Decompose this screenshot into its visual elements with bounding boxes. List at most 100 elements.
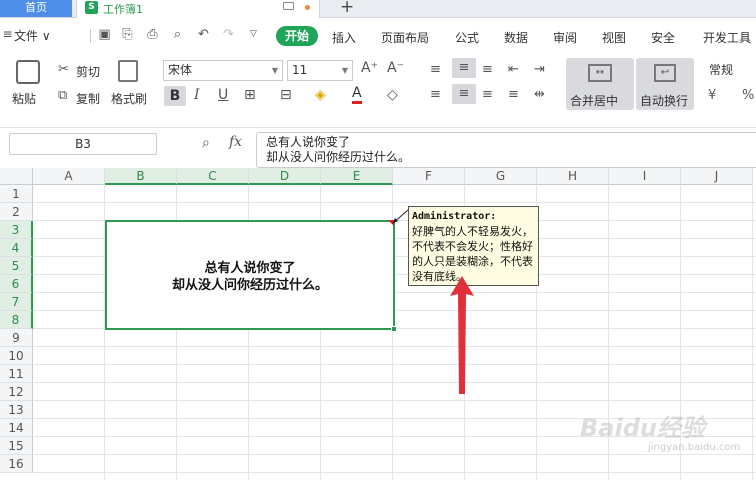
formula-line-1: 总有人说你变了 (266, 135, 351, 149)
tab-bar: 首页 S 工作簿1 + (0, 0, 756, 18)
copy-button[interactable]: 复制 (76, 90, 100, 107)
name-box[interactable]: B3 (9, 133, 157, 155)
bold-button[interactable]: B (164, 86, 186, 106)
hamburger-icon[interactable]: ≡ (0, 27, 15, 42)
menu-security[interactable]: 安全 (651, 29, 675, 46)
underline-button[interactable]: U (218, 87, 228, 103)
column-header-j[interactable]: J (681, 168, 753, 185)
zoom-icon[interactable]: ⌕ (202, 135, 210, 151)
row-header-7[interactable]: 7 (0, 293, 33, 311)
scissors-icon[interactable]: ✂ (58, 62, 69, 77)
save-icon[interactable]: ▣ (97, 27, 112, 42)
justify-icon[interactable]: ≡ (508, 87, 519, 102)
column-header-e[interactable]: E (321, 168, 393, 185)
print-preview-icon[interactable]: ⌕ (170, 27, 185, 42)
merge-center-button[interactable]: ↔ 合并居中 (566, 58, 634, 110)
align-top-icon[interactable]: ≡ (430, 62, 441, 77)
row-header-3[interactable]: 3 (0, 221, 33, 239)
redo-icon[interactable]: ↷ (221, 27, 236, 42)
row-header-11[interactable]: 11 (0, 365, 33, 383)
indent-decrease-icon[interactable]: ⇤ (508, 62, 519, 77)
fill-handle[interactable] (391, 326, 397, 332)
cell-style-icon[interactable]: ⊟ (280, 87, 292, 103)
row-header-9[interactable]: 9 (0, 329, 33, 347)
select-all-corner[interactable] (0, 168, 33, 185)
cell-line-2: 却从没人问你经历过什么。 (171, 278, 328, 293)
grid-line (33, 400, 756, 401)
spreadsheet-grid[interactable]: ABCDEFGHIJ 1 2 3 4 5 6 7 8 9 10 11 12 13 14 15 16 总有人说你… (0, 168, 756, 480)
column-header-c[interactable]: C (177, 168, 249, 185)
column-header-d[interactable]: D (249, 168, 321, 185)
row-header-16[interactable]: 16 (0, 455, 33, 473)
menu-developer[interactable]: 开发工具 (703, 29, 751, 46)
formula-input[interactable]: 总有人说你变了 却从没人问你经历过什么。 (256, 132, 756, 168)
menu-view[interactable]: 视图 (602, 29, 626, 46)
font-color-icon[interactable]: A (352, 85, 362, 104)
format-painter-icon[interactable] (118, 60, 138, 82)
align-right-icon[interactable]: ≡ (482, 87, 493, 102)
font-shrink-icon[interactable]: A⁻ (387, 60, 404, 76)
paste-button[interactable]: 粘贴 (12, 90, 36, 107)
font-name-select[interactable]: 宋体 ▼ (163, 60, 283, 81)
column-header-b[interactable]: B (105, 168, 177, 185)
row-header-13[interactable]: 13 (0, 401, 33, 419)
align-bottom-icon[interactable]: ≡ (482, 62, 493, 77)
copy-icon[interactable]: ⧉ (58, 88, 67, 103)
undo-icon[interactable]: ↶ (196, 27, 211, 42)
menu-insert[interactable]: 插入 (332, 29, 356, 46)
merged-cell-b3[interactable]: 总有人说你变了 却从没人问你经历过什么。 (105, 220, 395, 330)
row-header-4[interactable]: 4 (0, 239, 33, 257)
print-icon[interactable]: ⎙ (145, 27, 160, 42)
italic-button[interactable]: I (194, 87, 200, 103)
grid-line (33, 364, 756, 365)
row-header-14[interactable]: 14 (0, 419, 33, 437)
column-header-h[interactable]: H (537, 168, 609, 185)
menu-review[interactable]: 审阅 (553, 29, 577, 46)
row-header-10[interactable]: 10 (0, 347, 33, 365)
menu-bar: ≡ 文件 ∨ ▣ ⎘ ⎙ ⌕ ↶ ↷ ▽ 开始 插入 页面布局 公式 数据 审阅… (0, 19, 756, 52)
row-header-12[interactable]: 12 (0, 383, 33, 401)
new-tab-icon[interactable]: + (340, 0, 354, 17)
border-icon[interactable]: ⊞ (244, 87, 256, 103)
fill-color-icon[interactable]: ◈ (315, 87, 326, 103)
indent-increase-icon[interactable]: ⇥ (534, 62, 545, 77)
row-header-5[interactable]: 5 (0, 257, 33, 275)
paste-icon[interactable] (16, 60, 40, 84)
row-header-1[interactable]: 1 (0, 185, 33, 203)
menu-file[interactable]: 文件 ∨ (14, 27, 51, 44)
column-header-a[interactable]: A (33, 168, 105, 185)
font-size-select[interactable]: 11 ▼ (287, 60, 353, 81)
column-header-i[interactable]: I (609, 168, 681, 185)
fx-icon[interactable]: fx (229, 134, 242, 150)
cut-button[interactable]: 剪切 (76, 63, 100, 80)
align-middle-icon[interactable]: ≡ (452, 58, 476, 78)
menu-page-layout[interactable]: 页面布局 (381, 29, 429, 46)
wrap-text-button[interactable]: ↩ 自动换行 (636, 58, 694, 110)
tab-home[interactable]: 首页 (0, 0, 72, 17)
format-painter-button[interactable]: 格式刷 (111, 90, 147, 107)
column-header-g[interactable]: G (465, 168, 537, 185)
grid-line (33, 346, 756, 347)
currency-icon[interactable]: ¥ (708, 88, 716, 103)
chevron-down-icon[interactable]: ▽ (246, 27, 261, 42)
row-header-15[interactable]: 15 (0, 437, 33, 455)
percent-icon[interactable]: % (742, 88, 754, 103)
menu-start[interactable]: 开始 (276, 26, 318, 46)
row-header-2[interactable]: 2 (0, 203, 33, 221)
distribute-icon[interactable]: ⇹ (534, 87, 545, 102)
menu-formulas[interactable]: 公式 (455, 29, 479, 46)
number-format-select[interactable]: 常规 (703, 60, 756, 81)
eraser-icon[interactable]: ◇ (387, 87, 398, 103)
align-center-icon[interactable]: ≡ (452, 84, 476, 104)
menu-file-label: 文件 (14, 29, 39, 43)
menu-data[interactable]: 数据 (504, 29, 528, 46)
row-header-6[interactable]: 6 (0, 275, 33, 293)
row-header-8[interactable]: 8 (0, 311, 33, 329)
monitor-icon[interactable] (283, 2, 294, 10)
column-header-f[interactable]: F (393, 168, 465, 185)
export-icon[interactable]: ⎘ (120, 27, 135, 42)
cell-comment[interactable]: Administrator: 好脾气的人不轻易发火，不代表不会发火；性格好的人只… (408, 206, 539, 286)
font-grow-icon[interactable]: A⁺ (361, 60, 378, 76)
tab-workbook[interactable]: S 工作簿1 (76, 0, 320, 18)
align-left-icon[interactable]: ≡ (430, 87, 441, 102)
